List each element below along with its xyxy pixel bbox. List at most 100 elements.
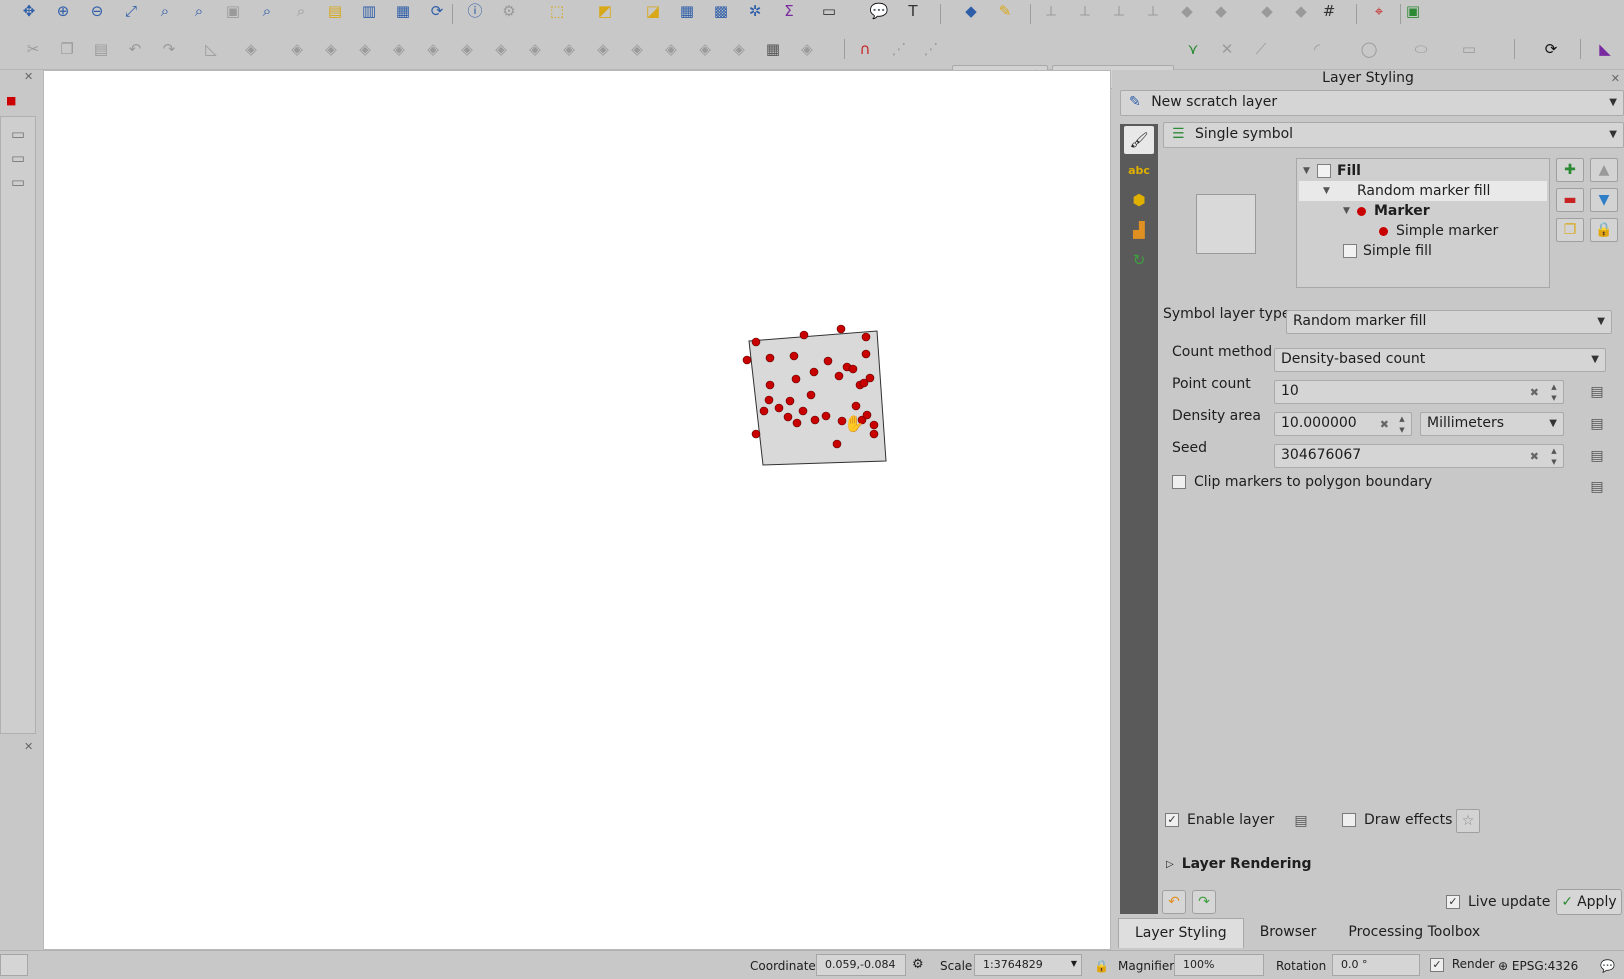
cad-line-icon[interactable]: ⟋ — [1250, 38, 1272, 60]
deselect-icon[interactable]: ◪ — [642, 0, 664, 22]
merge-features-icon[interactable]: ◈ — [694, 38, 716, 60]
circle-icon[interactable]: ◯ — [1358, 38, 1380, 60]
add-part-icon[interactable]: ◈ — [422, 38, 444, 60]
simplify-icon[interactable]: ◈ — [354, 38, 376, 60]
map-tips-icon[interactable]: 💬 — [868, 0, 890, 22]
advanced-digitizing-icon[interactable]: ⋎ — [1182, 38, 1204, 60]
crosshair-icon[interactable]: ⌖ — [1368, 0, 1390, 22]
checkbox-checked-icon[interactable]: ✓ — [1165, 813, 1179, 827]
layer-toggle-icon[interactable]: ▭ — [7, 171, 29, 193]
cad-icon[interactable]: ✕ — [1216, 38, 1238, 60]
data-defined-override-icon[interactable]: ▤ — [1290, 810, 1312, 832]
move-down-button[interactable]: ▼ — [1590, 188, 1618, 212]
offset-curve-icon[interactable]: ◈ — [592, 38, 614, 60]
offset-point-icon[interactable]: ◈ — [796, 38, 818, 60]
3d-view-tab-icon[interactable]: ⬢ — [1124, 186, 1154, 214]
field-calculator-icon[interactable]: ▩ — [710, 0, 732, 22]
checkbox-icon[interactable] — [1342, 813, 1356, 827]
zoom-in-icon[interactable]: ⊕ — [52, 0, 74, 22]
layer-toggle-icon[interactable]: ▭ — [7, 123, 29, 145]
collapse-icon[interactable]: ▼ — [1303, 166, 1317, 176]
delete-ring-icon[interactable]: ◈ — [490, 38, 512, 60]
layer-icon[interactable]: ■ — [6, 94, 16, 107]
point-count-input[interactable]: 10 ✖ ▲ ▼ — [1274, 380, 1564, 404]
show-spatial-bookmarks-icon[interactable]: ▦ — [392, 0, 414, 22]
lock-button[interactable]: 🔒 — [1590, 218, 1618, 242]
split-parts-icon[interactable]: ◈ — [660, 38, 682, 60]
statistics-icon[interactable]: Σ — [778, 0, 800, 22]
grid-icon[interactable]: # — [1318, 0, 1340, 22]
raise-icon[interactable]: ◆ — [1256, 0, 1278, 22]
clear-icon[interactable]: ✖ — [1530, 450, 1539, 463]
collapse-icon[interactable]: ▼ — [1343, 206, 1357, 216]
expand-icon[interactable]: ▷ — [1166, 859, 1174, 870]
add-ring-icon[interactable]: ◈ — [388, 38, 410, 60]
new-bookmark-icon[interactable]: ▤ — [324, 0, 346, 22]
close-icon[interactable]: ✕ — [24, 70, 33, 83]
symbology-tab-icon[interactable]: 🖌 — [1124, 126, 1154, 154]
layer-select[interactable]: ✎ New scratch layer ▼ — [1120, 90, 1624, 116]
ellipse-icon[interactable]: ⬭ — [1410, 38, 1432, 60]
rotate-point-icon[interactable]: ▦ — [762, 38, 784, 60]
distribute-icon[interactable]: ⟂ — [1074, 0, 1096, 22]
profile-icon[interactable]: ◣ — [1594, 38, 1616, 60]
checkbox-checked-icon[interactable]: ✓ — [1430, 957, 1444, 972]
paste-icon[interactable]: ▤ — [90, 38, 112, 60]
zoom-next-icon[interactable]: ⌕ — [290, 0, 312, 22]
draw-effects-checkbox[interactable]: Draw effects — [1342, 812, 1452, 828]
merge-attributes-icon[interactable]: ◈ — [728, 38, 750, 60]
clear-icon[interactable]: ✖ — [1380, 418, 1389, 431]
checkbox-checked-icon[interactable]: ✓ — [1446, 895, 1460, 909]
fill-ring-icon[interactable]: ◈ — [456, 38, 478, 60]
data-defined-override-icon[interactable]: ▤ — [1586, 476, 1608, 498]
count-method-select[interactable]: Density-based count ▼ — [1274, 348, 1606, 372]
toggle-extents-icon[interactable]: ⚙ — [912, 957, 924, 972]
remove-symbol-layer-button[interactable]: ▬ — [1556, 188, 1584, 212]
tab-layer-styling[interactable]: Layer Styling — [1118, 918, 1244, 948]
select-icon[interactable]: ⬚ — [546, 0, 568, 22]
zoom-native-icon[interactable]: ▣ — [222, 0, 244, 22]
apply-button[interactable]: ✓ Apply — [1556, 889, 1622, 915]
rectangle-icon[interactable]: ▭ — [1458, 38, 1480, 60]
measure-icon[interactable]: ▭ — [818, 0, 840, 22]
undo-button[interactable]: ↶ — [1162, 890, 1186, 914]
align-icon[interactable]: ⟂ — [1040, 0, 1062, 22]
tree-item-fill[interactable]: ▼ Fill — [1303, 161, 1361, 181]
history-tab-icon[interactable]: ↻ — [1124, 246, 1154, 274]
tree-item-simple-marker[interactable]: Simple marker — [1379, 221, 1498, 241]
zoom-layer-icon[interactable]: ⌕ — [188, 0, 210, 22]
messages-icon[interactable]: 💬 — [1600, 959, 1615, 973]
tree-item-random-marker-fill[interactable]: ▼ Random marker fill — [1299, 181, 1547, 201]
python-icon[interactable]: ◆ — [960, 0, 982, 22]
locator-input[interactable] — [0, 954, 28, 976]
tree-item-simple-fill[interactable]: Simple fill — [1343, 241, 1432, 261]
reload-icon[interactable]: ⟳ — [1540, 38, 1562, 60]
checkbox-icon[interactable] — [1172, 475, 1186, 489]
delete-part-icon[interactable]: ◈ — [524, 38, 546, 60]
tree-item-marker[interactable]: ▼ Marker — [1343, 201, 1430, 221]
redo-icon[interactable]: ↷ — [158, 38, 180, 60]
snapping-type-icon[interactable]: ⋰ — [920, 38, 942, 60]
rotate-feature-icon[interactable]: ◈ — [320, 38, 342, 60]
layer-toggle-icon[interactable]: ▭ — [7, 147, 29, 169]
density-area-input[interactable]: 10.000000 ✖ ▲ ▼ — [1274, 412, 1412, 436]
settings-icon[interactable]: ✲ — [744, 0, 766, 22]
refresh-icon[interactable]: ⟳ — [426, 0, 448, 22]
group-icon[interactable]: ◆ — [1176, 0, 1198, 22]
live-update-checkbox[interactable]: ✓ Live update — [1446, 894, 1550, 910]
circular-string-icon[interactable]: ◜ — [1306, 38, 1328, 60]
seed-input[interactable]: 304676067 ✖ ▲ ▼ — [1274, 444, 1564, 468]
undo-icon[interactable]: ↶ — [124, 38, 146, 60]
scale-select[interactable]: 1:3764829 ▼ — [974, 954, 1082, 976]
georeferencer-icon[interactable]: ▣ — [1402, 0, 1424, 22]
copy-icon[interactable]: ❐ — [56, 38, 78, 60]
render-checkbox[interactable]: ✓ Render — [1430, 957, 1495, 972]
zoom-full-icon[interactable]: ⤢ — [120, 0, 142, 22]
map-render[interactable]: ✋ — [44, 71, 1112, 951]
move-feature-icon[interactable]: ◈ — [286, 38, 308, 60]
tab-processing-toolbox[interactable]: Processing Toolbox — [1332, 918, 1496, 948]
density-units-select[interactable]: Millimeters ▼ — [1420, 412, 1564, 436]
magnifier-input[interactable]: 100% — [1174, 954, 1264, 976]
plugin-icon[interactable]: ✎ — [994, 0, 1016, 22]
rotation-input[interactable]: 0.0 ° — [1332, 954, 1420, 976]
